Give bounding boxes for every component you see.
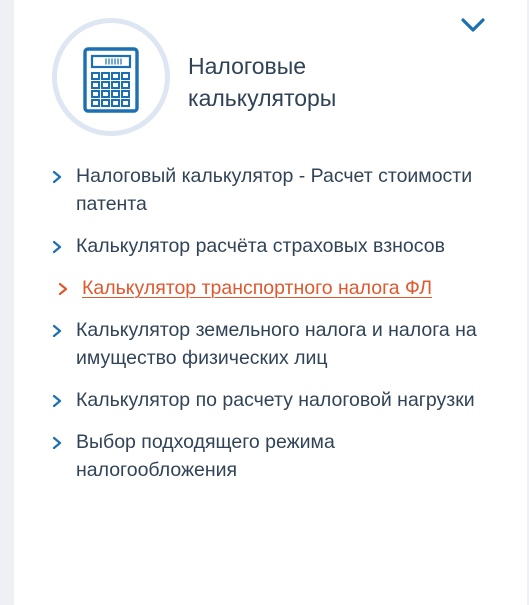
tax-calculators-panel: Налоговые калькуляторы Налоговый калькул… — [14, 0, 527, 605]
menu-item-patent-calculator[interactable]: Налоговый калькулятор - Расчет стоимости… — [48, 162, 488, 218]
menu-item-link[interactable]: Выбор подходящего режима налогообложения — [76, 428, 488, 484]
chevron-right-icon — [52, 395, 62, 407]
chevron-right-icon — [58, 283, 68, 295]
chevron-right-icon — [52, 241, 62, 253]
chevron-right-icon — [52, 437, 62, 449]
chevron-right-icon — [52, 325, 62, 337]
menu-item-tax-burden[interactable]: Калькулятор по расчету налоговой нагрузк… — [48, 386, 488, 414]
panel-title: Налоговые калькуляторы — [188, 53, 337, 111]
menu-item-transport-tax[interactable]: Калькулятор транспортного налога ФЛ — [48, 274, 488, 302]
menu-item-tax-regime-choice[interactable]: Выбор подходящего режима налогообложения — [48, 428, 488, 484]
calculator-icon-badge — [52, 18, 170, 136]
menu-item-link[interactable]: Калькулятор транспортного налога ФЛ — [82, 274, 488, 302]
menu-item-land-property-tax[interactable]: Калькулятор земельного налога и налога н… — [48, 316, 488, 372]
chevron-right-icon — [52, 171, 62, 183]
menu-item-link[interactable]: Калькулятор по расчету налоговой нагрузк… — [76, 386, 488, 414]
menu-item-insurance-contributions[interactable]: Калькулятор расчёта страховых взносов — [48, 232, 488, 260]
calculator-icon — [83, 47, 139, 113]
menu-item-link[interactable]: Налоговый калькулятор - Расчет стоимости… — [76, 162, 488, 218]
menu-item-link[interactable]: Калькулятор земельного налога и налога н… — [76, 316, 488, 372]
panel-header: Налоговые калькуляторы — [52, 18, 492, 144]
menu-item-link[interactable]: Калькулятор расчёта страховых взносов — [76, 232, 488, 260]
calculators-menu: Налоговый калькулятор - Расчет стоимости… — [48, 162, 488, 498]
